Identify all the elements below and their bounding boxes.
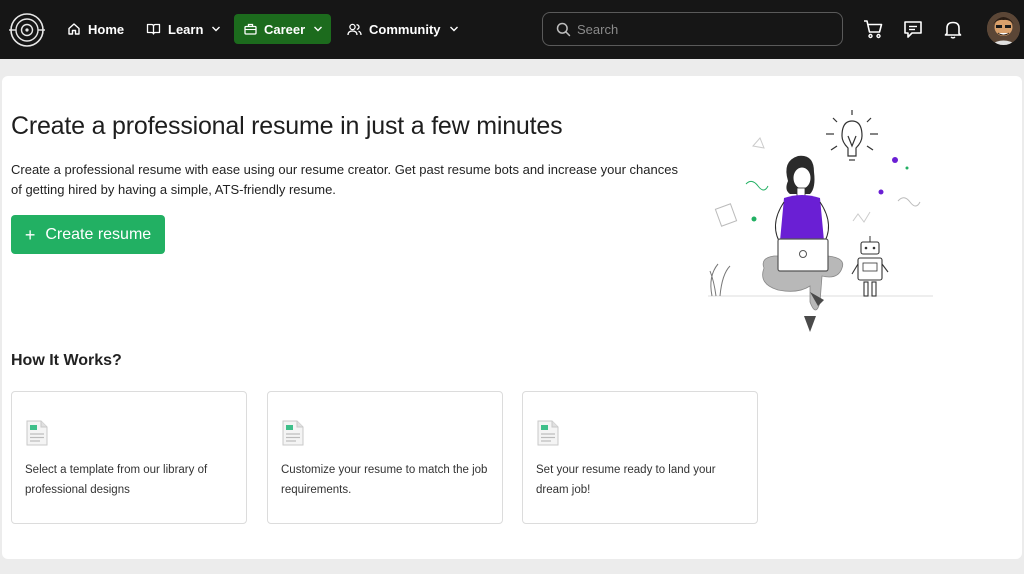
step-card: Customize your resume to match the job r…	[267, 391, 503, 524]
cart-icon[interactable]	[862, 18, 884, 40]
nav-career[interactable]: Career	[234, 14, 331, 44]
create-resume-button[interactable]: + Create resume	[11, 215, 165, 254]
user-avatar[interactable]	[987, 12, 1020, 45]
create-resume-label: Create resume	[45, 225, 152, 243]
resume-illustration	[708, 110, 933, 332]
search-box[interactable]	[542, 12, 843, 46]
nav-career-label: Career	[264, 21, 306, 37]
nav-home-label: Home	[88, 21, 125, 37]
step-description: Set your resume ready to land your dream…	[536, 464, 716, 496]
chevron-down-icon	[314, 26, 323, 32]
nav-community-label: Community	[369, 21, 441, 37]
step-description: Select a template from our library of pr…	[25, 464, 208, 496]
users-icon	[347, 23, 362, 35]
step-description: Customize your resume to match the job r…	[281, 464, 488, 496]
chevron-down-icon	[449, 26, 458, 32]
briefcase-icon	[244, 23, 257, 35]
site-logo[interactable]	[9, 12, 45, 48]
nav-home[interactable]: Home	[67, 14, 124, 44]
document-icon	[282, 420, 304, 446]
document-icon	[26, 420, 48, 446]
nav-community[interactable]: Community	[347, 14, 459, 44]
avatar-image	[987, 12, 1020, 45]
step-card: Select a template from our library of pr…	[11, 391, 247, 524]
lightbulb-icon	[826, 110, 878, 161]
how-it-works-title: How It Works?	[11, 352, 122, 369]
chevron-down-icon	[212, 26, 221, 32]
home-icon	[68, 23, 80, 35]
search-icon	[556, 22, 571, 36]
step-card: Set your resume ready to land your dream…	[522, 391, 758, 524]
page-description: Create a professional resume with ease u…	[11, 162, 678, 197]
chat-icon[interactable]	[902, 18, 924, 40]
nav-learn[interactable]: Learn	[146, 14, 221, 44]
book-icon	[146, 23, 161, 35]
main-content-card: Create a professional resume in just a f…	[2, 76, 1022, 559]
search-input[interactable]	[577, 21, 817, 37]
nav-learn-label: Learn	[168, 21, 204, 37]
page-title: Create a professional resume in just a f…	[11, 112, 563, 140]
plus-icon: +	[24, 224, 36, 245]
bell-icon[interactable]	[942, 18, 964, 40]
document-icon	[537, 420, 559, 446]
top-navbar: Home Learn Career Community	[0, 0, 1024, 59]
